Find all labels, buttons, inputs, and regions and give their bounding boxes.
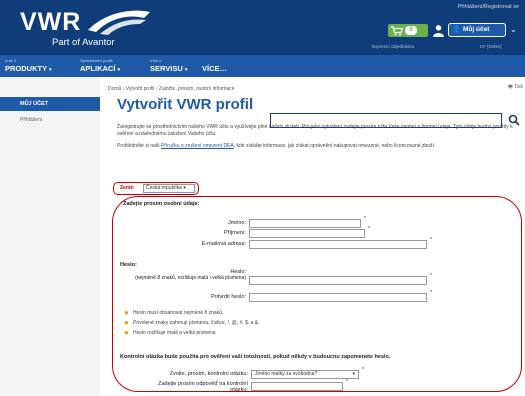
required-mark: * — [364, 216, 366, 222]
required-mark: * — [346, 379, 348, 385]
security-question-select[interactable]: Jméno matky za svobodna? ▾ — [251, 370, 359, 379]
breadcrumb[interactable]: Domů › Vytvořit profil › Založte, prosím… — [108, 86, 235, 92]
security-question-label: Zvolte, prosím, kontrolní otázku: — [169, 371, 248, 377]
my-account-label: Můj účet — [463, 26, 490, 33]
intro-text: Zaregistrujte se prostřednictvím našeho … — [117, 124, 513, 137]
sidebar-heading: MŮJ ÚČET — [0, 97, 100, 111]
bullet-icon: ● — [124, 308, 129, 317]
dea-info-text: Prohlédněte si naši Příručku o zrušení o… — [117, 143, 436, 149]
confirm-password-field[interactable] — [249, 293, 427, 302]
chevron-down-icon: ▾ — [49, 67, 52, 73]
email-label: E-mailová adresa: — [201, 241, 246, 247]
nav-products-small: A až Z — [5, 58, 17, 63]
sidebar-item-login[interactable]: Přihlášení — [20, 117, 42, 123]
print-link[interactable]: 🖶 Tisk — [508, 84, 523, 92]
chevron-down-icon: ▾ — [117, 67, 121, 73]
user-icon — [433, 25, 444, 37]
security-answer-label: Zadejte prosím odpověď na kontrolní otáz… — [158, 381, 248, 393]
security-answer-field[interactable] — [251, 382, 343, 391]
password-field[interactable] — [249, 276, 427, 285]
logo-text: VWR — [20, 8, 82, 36]
sidebar: MŮJ ÚČET Přihlášení — [0, 77, 100, 396]
login-register-link[interactable]: Přihlášení/Registrovat se — [458, 4, 519, 10]
site-header: VWR Part of Avantor Přihlášení/Registrov… — [0, 0, 525, 55]
required-mark: * — [368, 226, 370, 232]
nav-products-label: PRODUKTY ▾ — [5, 64, 52, 73]
required-mark: * — [362, 367, 364, 373]
chevron-down-icon: ▾ — [352, 371, 355, 377]
last-name-label: Příjmení: — [223, 230, 246, 236]
password-heading: Heslo: — [120, 262, 137, 268]
security-question-value: Jméno matky za svobodna? — [255, 371, 318, 377]
first-name-label: Jméno: — [227, 220, 246, 226]
print-label: Tisk — [514, 84, 524, 90]
logo-swoosh-icon — [88, 10, 150, 35]
nav-applications-small: Vyhledávání podle — [80, 58, 113, 63]
confirm-password-label: Potvrdit heslo: — [211, 294, 246, 300]
email-field[interactable] — [249, 240, 427, 249]
country-select[interactable]: Česká republika ▾ — [143, 184, 195, 193]
dea-guide-link[interactable]: Příručku o zrušení omezení DEA — [161, 143, 234, 149]
nav-services-label: SERVISU ▾ — [150, 64, 188, 73]
cf-link[interactable]: CF [Dotkn] — [480, 44, 502, 49]
required-mark: * — [430, 273, 432, 279]
chevron-down-icon: ▾ — [184, 67, 188, 73]
cart-button[interactable]: 0 — [388, 24, 428, 37]
last-name-field[interactable] — [249, 229, 365, 238]
required-mark: * — [430, 237, 432, 243]
chevron-down-icon[interactable]: ⌄ — [510, 25, 517, 34]
printer-icon: 🖶 — [508, 84, 513, 90]
cart-count: 0 — [405, 26, 417, 35]
nav-services-small: Více o — [150, 58, 162, 63]
nav-more-label: VÍCE… — [202, 64, 228, 73]
account-user-icon: 👤 — [452, 26, 461, 33]
nav-applications-label: APLIKACÍ ▾ — [80, 64, 121, 73]
main-nav: A až Z PRODUKTY ▾ Vyhledávání podle APLI… — [0, 55, 525, 128]
page-title: Vytvořit VWR profil — [117, 96, 254, 113]
my-account-button[interactable]: 👤 Můj účet — [448, 23, 506, 37]
personal-heading: Zadejte prosím osobní údaje: — [123, 201, 200, 207]
express-order-link[interactable]: Expresní objednávka — [372, 44, 414, 49]
password-hint: (nejméně 8 znaků, rozlišuje malá i velká… — [135, 275, 246, 281]
vwr-logo[interactable]: VWR Part of Avantor — [18, 4, 158, 50]
first-name-field[interactable] — [249, 219, 361, 228]
cart-icon — [391, 26, 403, 36]
bullet-icon: ● — [124, 328, 129, 337]
logo-subtitle: Part of Avantor — [52, 37, 115, 48]
required-mark: * — [430, 290, 432, 296]
security-question-heading: Kontrolní otázka bude použita pro ověřen… — [120, 354, 391, 360]
country-label: Země: — [120, 185, 135, 191]
bullet-icon: ● — [124, 318, 129, 327]
